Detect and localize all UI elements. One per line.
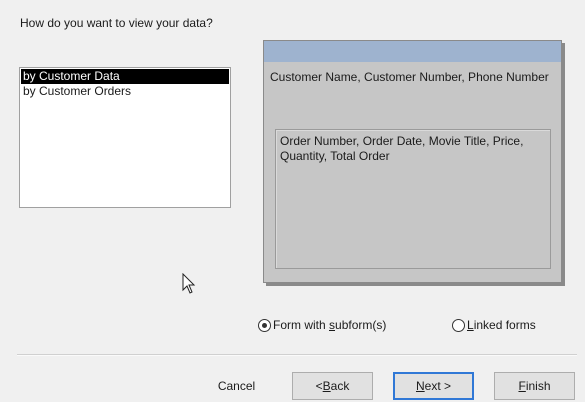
wizard-question: How do you want to view your data?	[20, 16, 213, 30]
radio-linked-label: Linked forms	[467, 318, 536, 332]
preview-subform-fields: Order Number, Order Date, Movie Title, P…	[280, 134, 524, 163]
radio-form-with-subforms[interactable]: Form with subform(s)	[258, 318, 386, 332]
divider	[17, 354, 577, 356]
radio-unchecked-icon	[452, 318, 465, 332]
next-button[interactable]: Next >	[393, 372, 474, 400]
radio-linked-forms[interactable]: Linked forms	[452, 318, 536, 332]
radio-checked-icon	[258, 318, 271, 332]
list-item-by-customer-orders[interactable]: by Customer Orders	[21, 84, 229, 99]
cancel-button[interactable]: Cancel	[196, 372, 277, 400]
preview-main-fields: Customer Name, Customer Number, Phone Nu…	[270, 70, 549, 84]
view-options-list[interactable]: by Customer Data by Customer Orders	[19, 67, 231, 208]
preview-header-bar	[264, 41, 561, 62]
list-item-by-customer-data[interactable]: by Customer Data	[21, 69, 229, 84]
arrow-pointer-icon	[182, 272, 196, 298]
preview-subform-box: Order Number, Order Date, Movie Title, P…	[275, 129, 551, 269]
back-button[interactable]: < Back	[292, 372, 373, 400]
form-preview-panel: Customer Name, Customer Number, Phone Nu…	[263, 40, 562, 283]
finish-button[interactable]: Finish	[494, 372, 575, 400]
radio-subform-label: Form with subform(s)	[273, 318, 387, 332]
